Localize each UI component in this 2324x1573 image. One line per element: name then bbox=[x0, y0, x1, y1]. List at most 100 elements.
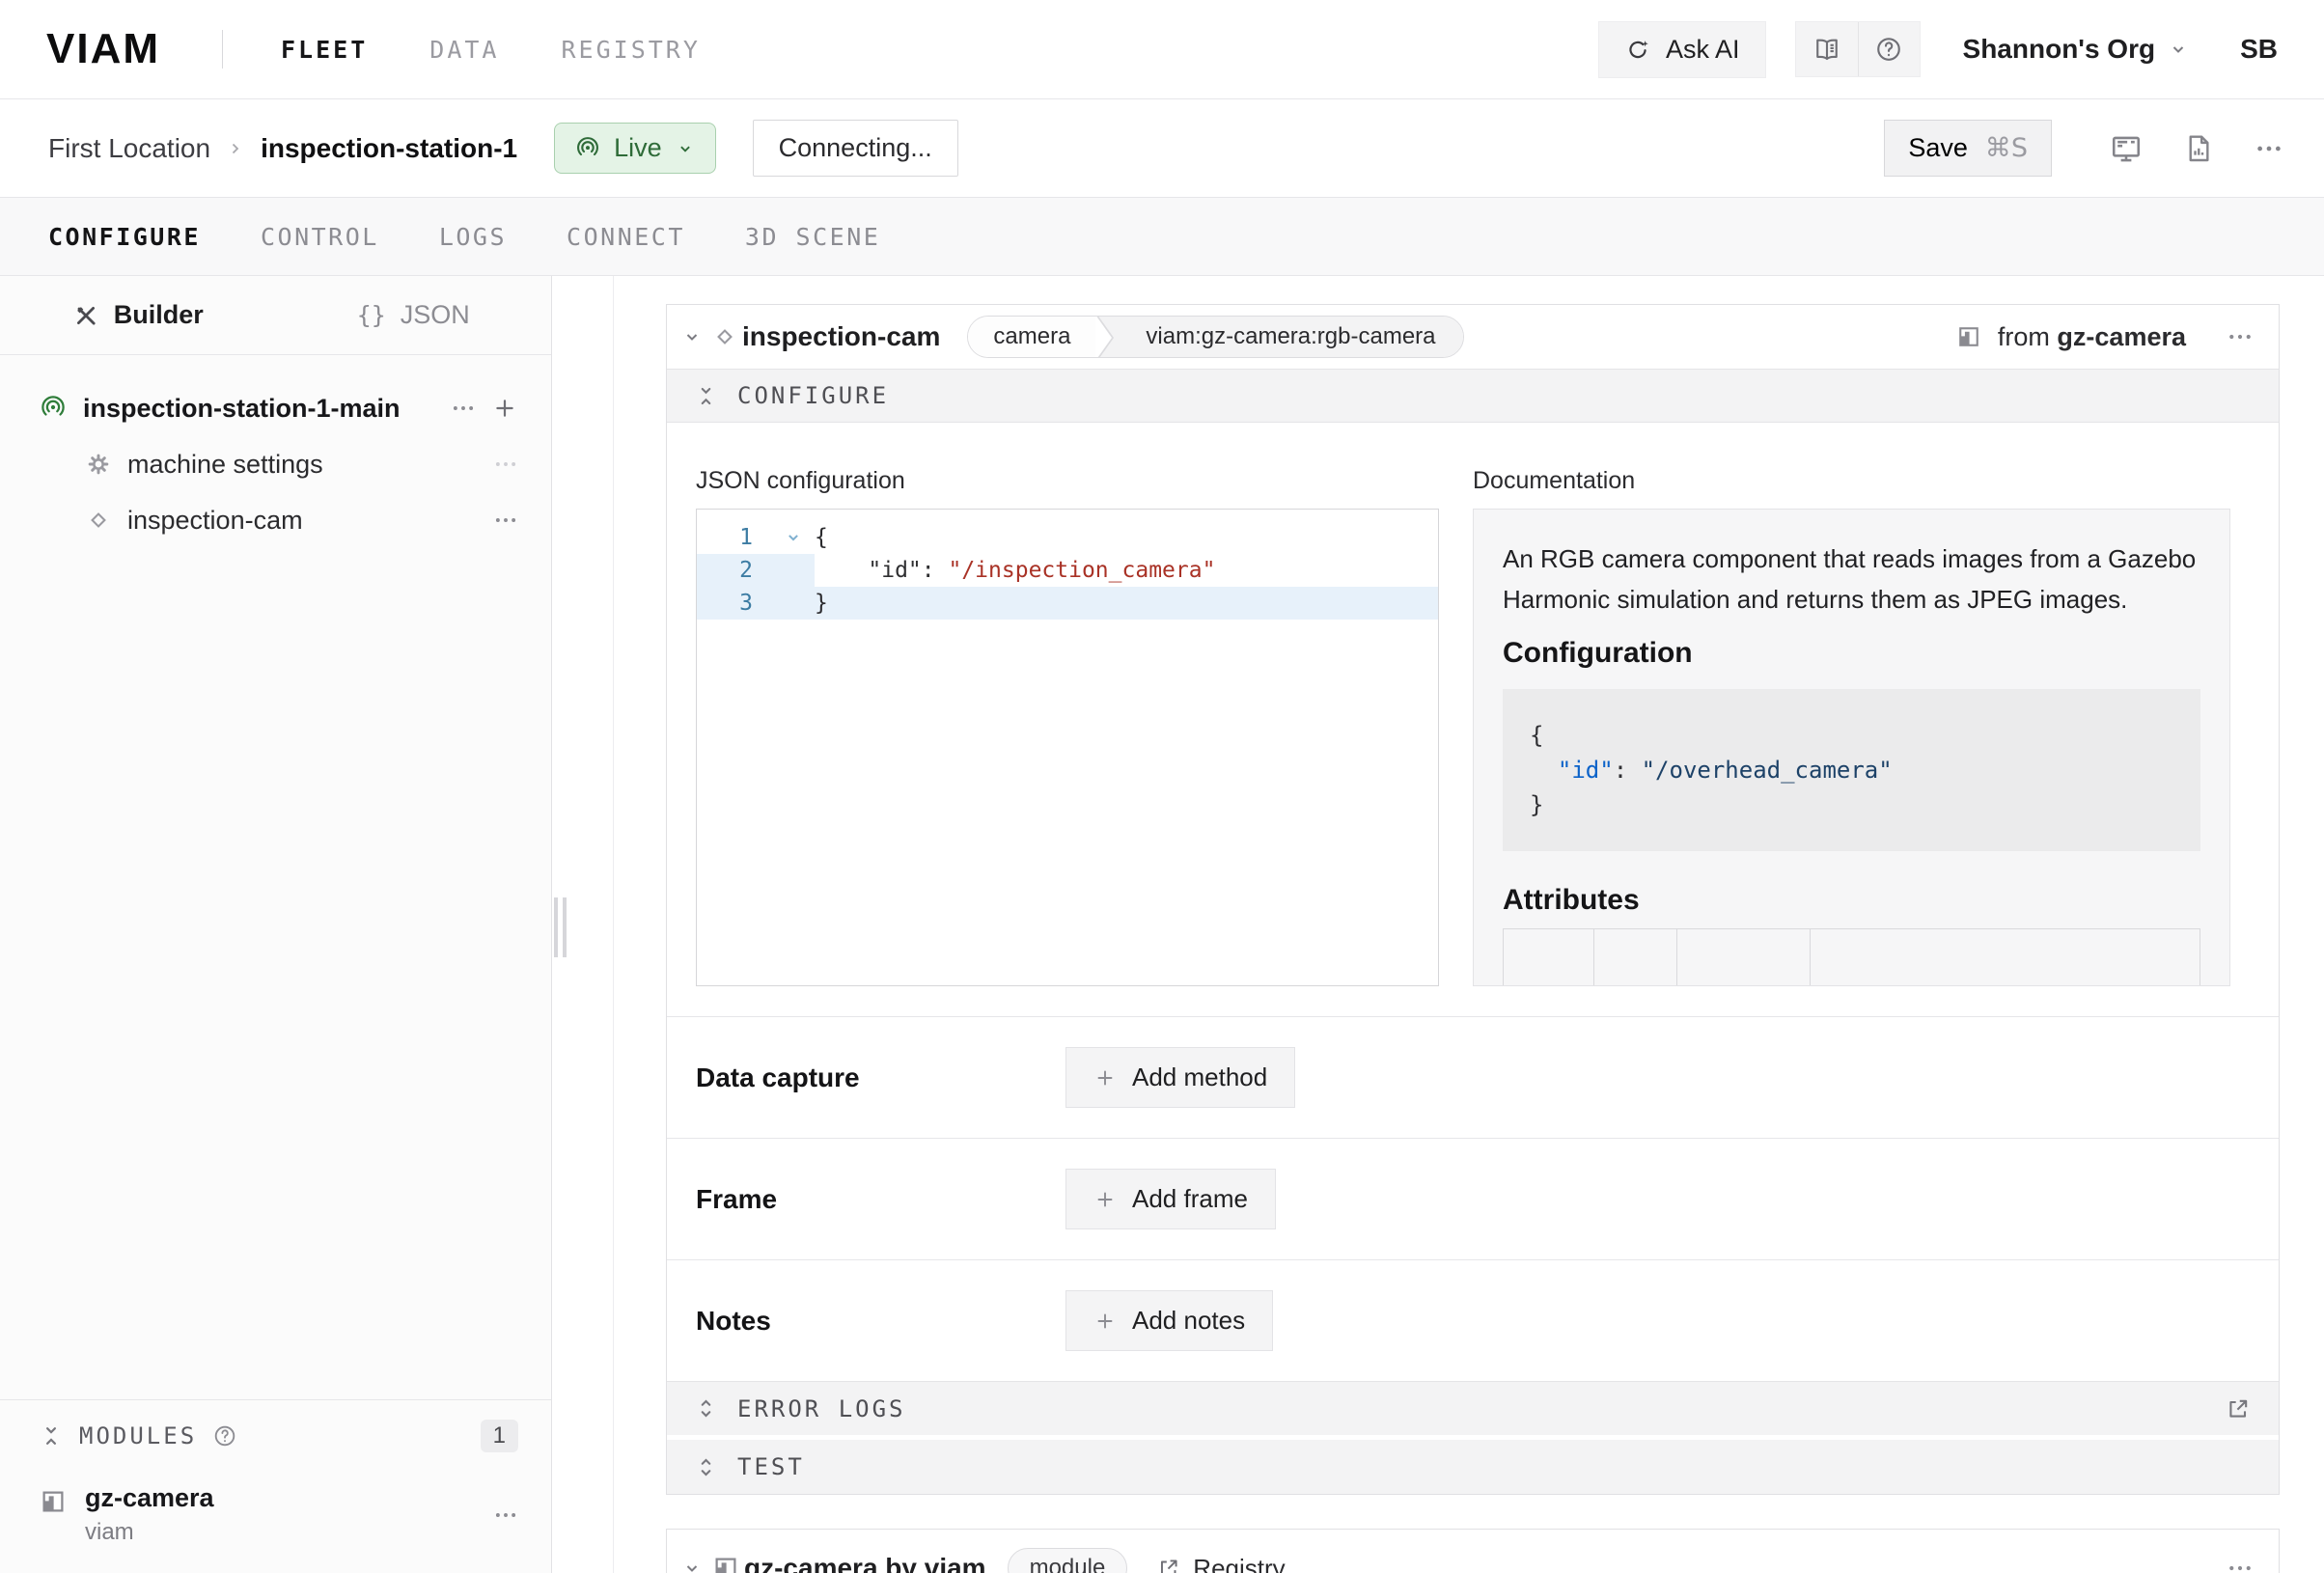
primary-nav: FLEET DATA REGISTRY bbox=[281, 36, 701, 64]
registry-link[interactable]: Registry bbox=[1156, 1554, 1285, 1573]
pill-separator bbox=[1095, 317, 1119, 357]
data-capture-label: Data capture bbox=[696, 1062, 1065, 1093]
part-menu-icon[interactable] bbox=[451, 396, 476, 421]
component-tree: inspection-station-1-main machine settin… bbox=[0, 355, 551, 548]
config-main: inspection-cam camera viam:gz-camera:rgb… bbox=[552, 276, 2324, 1573]
module-icon bbox=[39, 1487, 68, 1516]
viam-logo[interactable]: VIAM bbox=[46, 25, 160, 73]
machine-bar: First Location inspection-station-1 Live… bbox=[0, 99, 2324, 198]
documentation-panel: An RGB camera component that reads image… bbox=[1473, 509, 2230, 986]
ask-ai-icon bbox=[1624, 36, 1651, 63]
tab-3d-scene[interactable]: 3D SCENE bbox=[745, 223, 880, 251]
error-logs-section-bar[interactable]: ERROR LOGS bbox=[667, 1381, 2279, 1435]
nav-registry[interactable]: REGISTRY bbox=[561, 36, 700, 64]
editor-line-1: 1 { bbox=[697, 521, 1438, 554]
builder-view-toggle[interactable]: Builder bbox=[0, 300, 276, 330]
editor-line-2: 2 "id": "/inspection_camera" bbox=[697, 554, 1438, 587]
ask-ai-button[interactable]: Ask AI bbox=[1598, 21, 1766, 78]
machine-settings-menu-icon[interactable] bbox=[493, 452, 518, 477]
component-name: inspection-cam bbox=[742, 321, 940, 352]
chevron-down-icon bbox=[675, 138, 696, 159]
modules-section: MODULES 1 gz-camera viam bbox=[0, 1399, 551, 1573]
chevron-right-icon bbox=[224, 137, 247, 160]
open-logs-external-icon[interactable] bbox=[2225, 1395, 2252, 1422]
tree-item-inspection-cam[interactable]: inspection-cam bbox=[0, 492, 551, 548]
tab-connect[interactable]: CONNECT bbox=[567, 223, 685, 251]
doc-description: An RGB camera component that reads image… bbox=[1503, 538, 2200, 620]
view-toggle: Builder {} JSON bbox=[0, 276, 551, 355]
save-button[interactable]: Save ⌘S bbox=[1884, 120, 2052, 177]
modules-title: MODULES bbox=[79, 1422, 197, 1449]
expand-icon bbox=[694, 1396, 718, 1421]
module-icon bbox=[711, 1554, 740, 1573]
component-card-inspection-cam: inspection-cam camera viam:gz-camera:rgb… bbox=[666, 304, 2280, 1495]
machine-status-badge[interactable]: Live bbox=[554, 123, 716, 174]
header-divider bbox=[222, 30, 223, 69]
chevron-down-icon[interactable] bbox=[680, 325, 704, 348]
test-section-bar[interactable]: TEST bbox=[667, 1440, 2279, 1494]
chevron-down-icon bbox=[2167, 38, 2190, 61]
tree-item-machine-settings[interactable]: machine settings bbox=[0, 436, 551, 492]
add-frame-button[interactable]: Add frame bbox=[1065, 1169, 1276, 1229]
help-group bbox=[1795, 21, 1921, 77]
doc-configuration-heading: Configuration bbox=[1503, 637, 2200, 670]
remote-control-monitor-icon[interactable] bbox=[2110, 132, 2143, 165]
json-view-toggle[interactable]: {} JSON bbox=[276, 300, 552, 330]
nav-data[interactable]: DATA bbox=[429, 36, 499, 64]
component-diamond-icon bbox=[711, 323, 738, 350]
module-icon bbox=[1955, 323, 1982, 350]
config-sidebar: Builder {} JSON inspection-station-1-mai… bbox=[0, 276, 552, 1573]
module-card-menu-icon[interactable] bbox=[2227, 1555, 2254, 1573]
modules-count-badge: 1 bbox=[481, 1420, 518, 1452]
document-chart-icon[interactable] bbox=[2183, 133, 2214, 164]
configure-section-bar[interactable]: CONFIGURE bbox=[667, 369, 2279, 423]
breadcrumb-machine: inspection-station-1 bbox=[261, 133, 517, 164]
gear-icon bbox=[85, 451, 112, 478]
tab-configure[interactable]: CONFIGURE bbox=[48, 223, 201, 251]
frame-label: Frame bbox=[696, 1184, 1065, 1215]
fold-chevron-icon[interactable] bbox=[772, 521, 815, 554]
save-shortcut: ⌘S bbox=[1985, 133, 2028, 163]
panel-rail bbox=[613, 276, 614, 1573]
module-list-item[interactable]: gz-camera viam bbox=[39, 1472, 518, 1546]
add-component-plus-icon[interactable] bbox=[491, 395, 518, 422]
from-module-label[interactable]: from gz-camera bbox=[1998, 322, 2186, 352]
more-options-icon[interactable] bbox=[2255, 134, 2283, 163]
nav-fleet[interactable]: FLEET bbox=[281, 36, 368, 64]
modules-help-icon[interactable] bbox=[212, 1423, 237, 1449]
json-config-editor[interactable]: 1 { 2 "id": "/inspection_camera" bbox=[696, 509, 1439, 986]
avatar[interactable]: SB bbox=[2240, 34, 2278, 65]
doc-attributes-table bbox=[1503, 928, 2200, 986]
inspection-cam-menu-icon[interactable] bbox=[493, 508, 518, 533]
module-menu-icon[interactable] bbox=[493, 1503, 518, 1528]
tree-item-main-part[interactable]: inspection-station-1-main bbox=[0, 380, 551, 436]
expand-icon bbox=[694, 1455, 718, 1479]
notes-row: Notes Add notes bbox=[667, 1259, 2279, 1381]
component-menu-icon[interactable] bbox=[2227, 323, 2254, 350]
breadcrumb-location[interactable]: First Location bbox=[48, 133, 210, 164]
module-card-gz-camera: gz-camera by viam module Registry bbox=[666, 1529, 2280, 1573]
chevron-down-icon[interactable] bbox=[680, 1557, 704, 1573]
collapse-icon bbox=[694, 384, 718, 408]
machine-tabs: CONFIGURE CONTROL LOGS CONNECT 3D SCENE bbox=[0, 198, 2324, 276]
add-notes-button[interactable]: Add notes bbox=[1065, 1290, 1273, 1351]
documentation-label: Documentation bbox=[1473, 467, 2230, 495]
component-type: camera bbox=[968, 317, 1095, 357]
tab-logs[interactable]: LOGS bbox=[439, 223, 507, 251]
doc-attributes-heading: Attributes bbox=[1503, 884, 2200, 917]
org-switcher[interactable]: Shannon's Org bbox=[1963, 34, 2191, 65]
help-icon[interactable] bbox=[1858, 22, 1920, 76]
module-card-title: gz-camera by viam bbox=[744, 1553, 986, 1573]
data-capture-row: Data capture Add method bbox=[667, 1016, 2279, 1138]
connecting-button[interactable]: Connecting... bbox=[753, 120, 958, 177]
add-method-button[interactable]: Add method bbox=[1065, 1047, 1295, 1108]
notes-label: Notes bbox=[696, 1306, 1065, 1337]
tab-control[interactable]: CONTROL bbox=[261, 223, 379, 251]
builder-tools-icon bbox=[72, 302, 99, 329]
configure-body: JSON configuration 1 { 2 "id bbox=[667, 423, 2279, 1016]
json-braces-icon: {} bbox=[357, 301, 386, 329]
docs-book-icon[interactable] bbox=[1796, 22, 1858, 76]
module-type-pill: module bbox=[1008, 1548, 1128, 1573]
collapse-icon[interactable] bbox=[39, 1423, 64, 1449]
doc-code-sample: { "id": "/overhead_camera"} bbox=[1503, 689, 2200, 851]
